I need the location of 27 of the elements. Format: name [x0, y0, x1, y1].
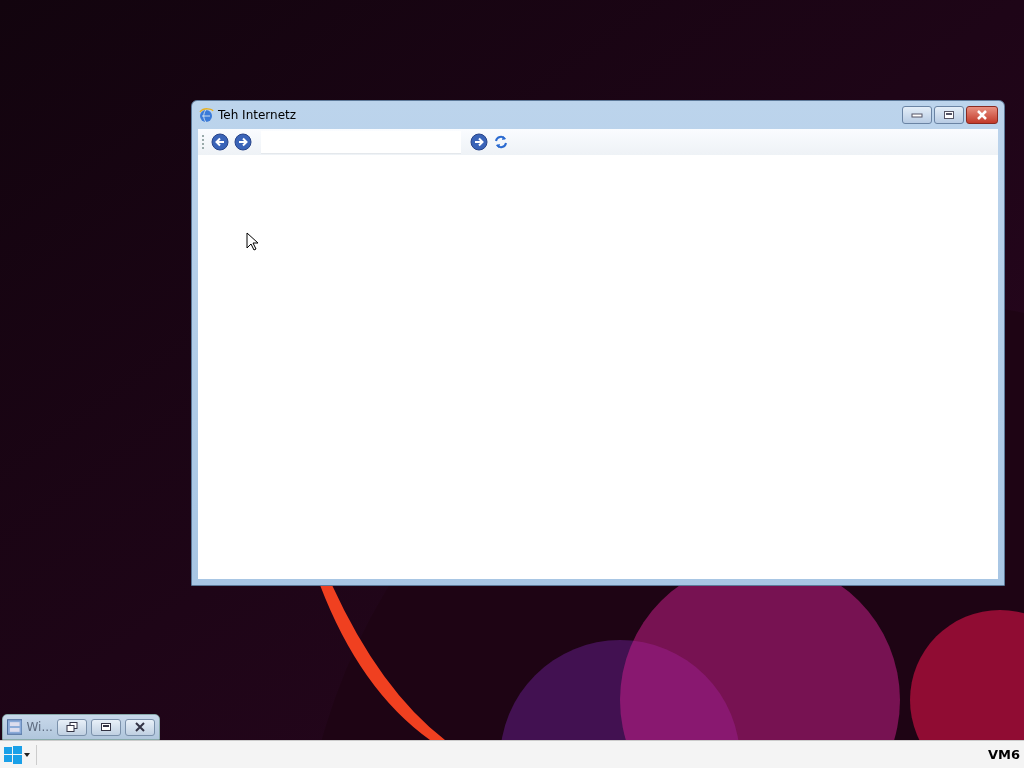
forward-button[interactable]: [234, 133, 252, 151]
windows-logo-icon: [4, 745, 22, 764]
pointer-icon: [246, 232, 259, 251]
minimize-button[interactable]: [902, 106, 932, 124]
minimize-icon: [911, 112, 923, 118]
start-button[interactable]: [4, 744, 37, 765]
go-button[interactable]: [470, 133, 488, 151]
maximize-icon: [99, 722, 112, 732]
address-field[interactable]: [261, 130, 461, 154]
restore-button[interactable]: [56, 718, 87, 736]
close-icon: [133, 722, 146, 732]
close-button[interactable]: [124, 718, 155, 736]
minimized-window[interactable]: Wi...: [2, 714, 160, 740]
window-icon: [7, 719, 23, 735]
minimized-title: Wi...: [26, 720, 53, 734]
maximize-button[interactable]: [934, 106, 964, 124]
maximize-button[interactable]: [90, 718, 121, 736]
back-button[interactable]: [211, 133, 229, 151]
close-button[interactable]: [966, 106, 998, 124]
restore-icon: [65, 722, 78, 732]
machine-label: VM6: [987, 747, 1020, 762]
window-title: Teh Internetz: [218, 108, 298, 122]
caret-icon: [24, 752, 30, 757]
close-icon: [976, 110, 988, 120]
refresh-icon[interactable]: [493, 134, 509, 150]
globe-icon: [198, 107, 214, 123]
maximize-icon: [943, 110, 955, 120]
